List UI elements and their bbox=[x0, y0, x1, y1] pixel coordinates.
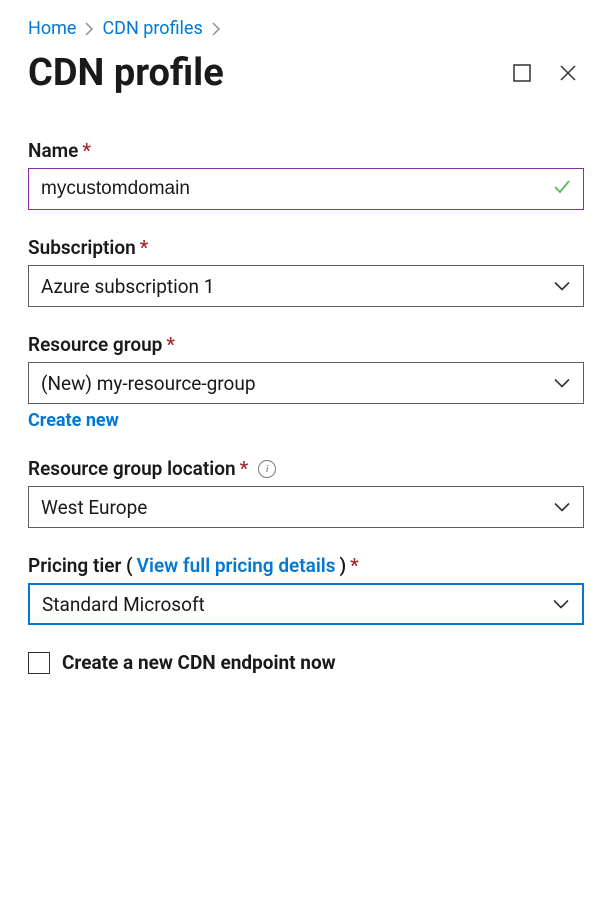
chevron-right-icon bbox=[84, 22, 94, 36]
pricing-label-prefix: Pricing tier ( bbox=[28, 554, 133, 577]
field-resource-group: Resource group * (New) my-resource-group… bbox=[28, 333, 584, 431]
breadcrumb-cdn-profiles[interactable]: CDN profiles bbox=[102, 18, 202, 39]
pricing-label: Pricing tier (View full pricing details)… bbox=[28, 554, 584, 577]
chevron-right-icon bbox=[211, 22, 221, 36]
breadcrumb: Home CDN profiles bbox=[28, 18, 584, 39]
required-asterisk: * bbox=[350, 554, 359, 577]
location-label: Resource group location * i bbox=[28, 457, 584, 480]
create-new-link[interactable]: Create new bbox=[28, 410, 119, 431]
chevron-down-icon bbox=[553, 496, 571, 519]
chevron-down-icon bbox=[552, 593, 570, 616]
chevron-down-icon bbox=[553, 275, 571, 298]
location-select[interactable]: West Europe bbox=[28, 486, 584, 528]
field-name: Name * bbox=[28, 139, 584, 210]
resource-group-label-text: Resource group bbox=[28, 333, 162, 356]
subscription-value: Azure subscription 1 bbox=[41, 275, 214, 298]
pricing-label-suffix: ) bbox=[339, 554, 346, 577]
pin-icon[interactable] bbox=[510, 61, 534, 85]
resource-group-value: (New) my-resource-group bbox=[41, 372, 256, 395]
create-endpoint-row: Create a new CDN endpoint now bbox=[28, 651, 584, 674]
pricing-value: Standard Microsoft bbox=[42, 593, 205, 616]
resource-group-select[interactable]: (New) my-resource-group bbox=[28, 362, 584, 404]
name-input[interactable] bbox=[28, 168, 584, 210]
create-endpoint-checkbox[interactable] bbox=[28, 652, 50, 674]
required-asterisk: * bbox=[240, 457, 249, 480]
required-asterisk: * bbox=[140, 236, 149, 259]
subscription-label: Subscription * bbox=[28, 236, 584, 259]
pricing-select[interactable]: Standard Microsoft bbox=[28, 583, 584, 625]
location-label-text: Resource group location bbox=[28, 457, 236, 480]
field-subscription: Subscription * Azure subscription 1 bbox=[28, 236, 584, 307]
field-pricing: Pricing tier (View full pricing details)… bbox=[28, 554, 584, 625]
checkmark-icon bbox=[552, 177, 572, 201]
subscription-label-text: Subscription bbox=[28, 236, 136, 259]
name-label: Name * bbox=[28, 139, 584, 162]
pricing-details-link[interactable]: View full pricing details bbox=[137, 554, 336, 577]
required-asterisk: * bbox=[166, 333, 175, 356]
location-value: West Europe bbox=[41, 496, 147, 519]
close-icon[interactable] bbox=[556, 61, 580, 85]
required-asterisk: * bbox=[82, 139, 91, 162]
title-actions bbox=[510, 61, 584, 85]
breadcrumb-home[interactable]: Home bbox=[28, 18, 76, 39]
title-row: CDN profile bbox=[28, 51, 584, 95]
info-icon[interactable]: i bbox=[258, 460, 276, 478]
resource-group-label: Resource group * bbox=[28, 333, 584, 356]
chevron-down-icon bbox=[553, 372, 571, 395]
create-endpoint-label: Create a new CDN endpoint now bbox=[62, 651, 336, 674]
name-label-text: Name bbox=[28, 139, 78, 162]
field-location: Resource group location * i West Europe bbox=[28, 457, 584, 528]
page-title: CDN profile bbox=[28, 51, 224, 95]
subscription-select[interactable]: Azure subscription 1 bbox=[28, 265, 584, 307]
